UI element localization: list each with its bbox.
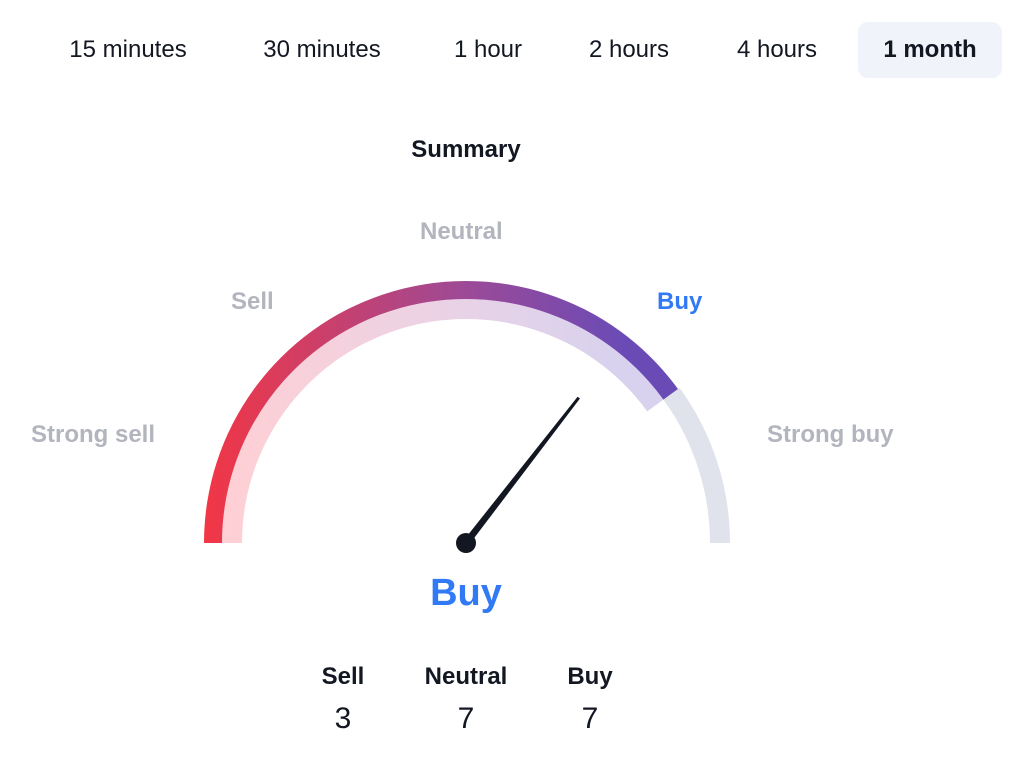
count-neutral: Neutral 7: [396, 660, 536, 736]
count-buy: Buy 7: [520, 660, 660, 736]
count-sell: Sell 3: [273, 660, 413, 736]
summary-gauge: [204, 281, 730, 553]
count-neutral-label: Neutral: [424, 663, 508, 690]
count-sell-label: Sell: [321, 663, 365, 690]
gauge-needle: [463, 396, 580, 546]
summary-result: Buy: [430, 572, 502, 614]
count-neutral-value: 7: [457, 702, 475, 735]
count-buy-label: Buy: [567, 663, 613, 690]
gauge-track-remaining: [663, 387, 730, 543]
count-sell-value: 3: [334, 702, 352, 735]
gauge-needle-hub: [456, 533, 476, 553]
count-buy-value: 7: [581, 702, 599, 735]
